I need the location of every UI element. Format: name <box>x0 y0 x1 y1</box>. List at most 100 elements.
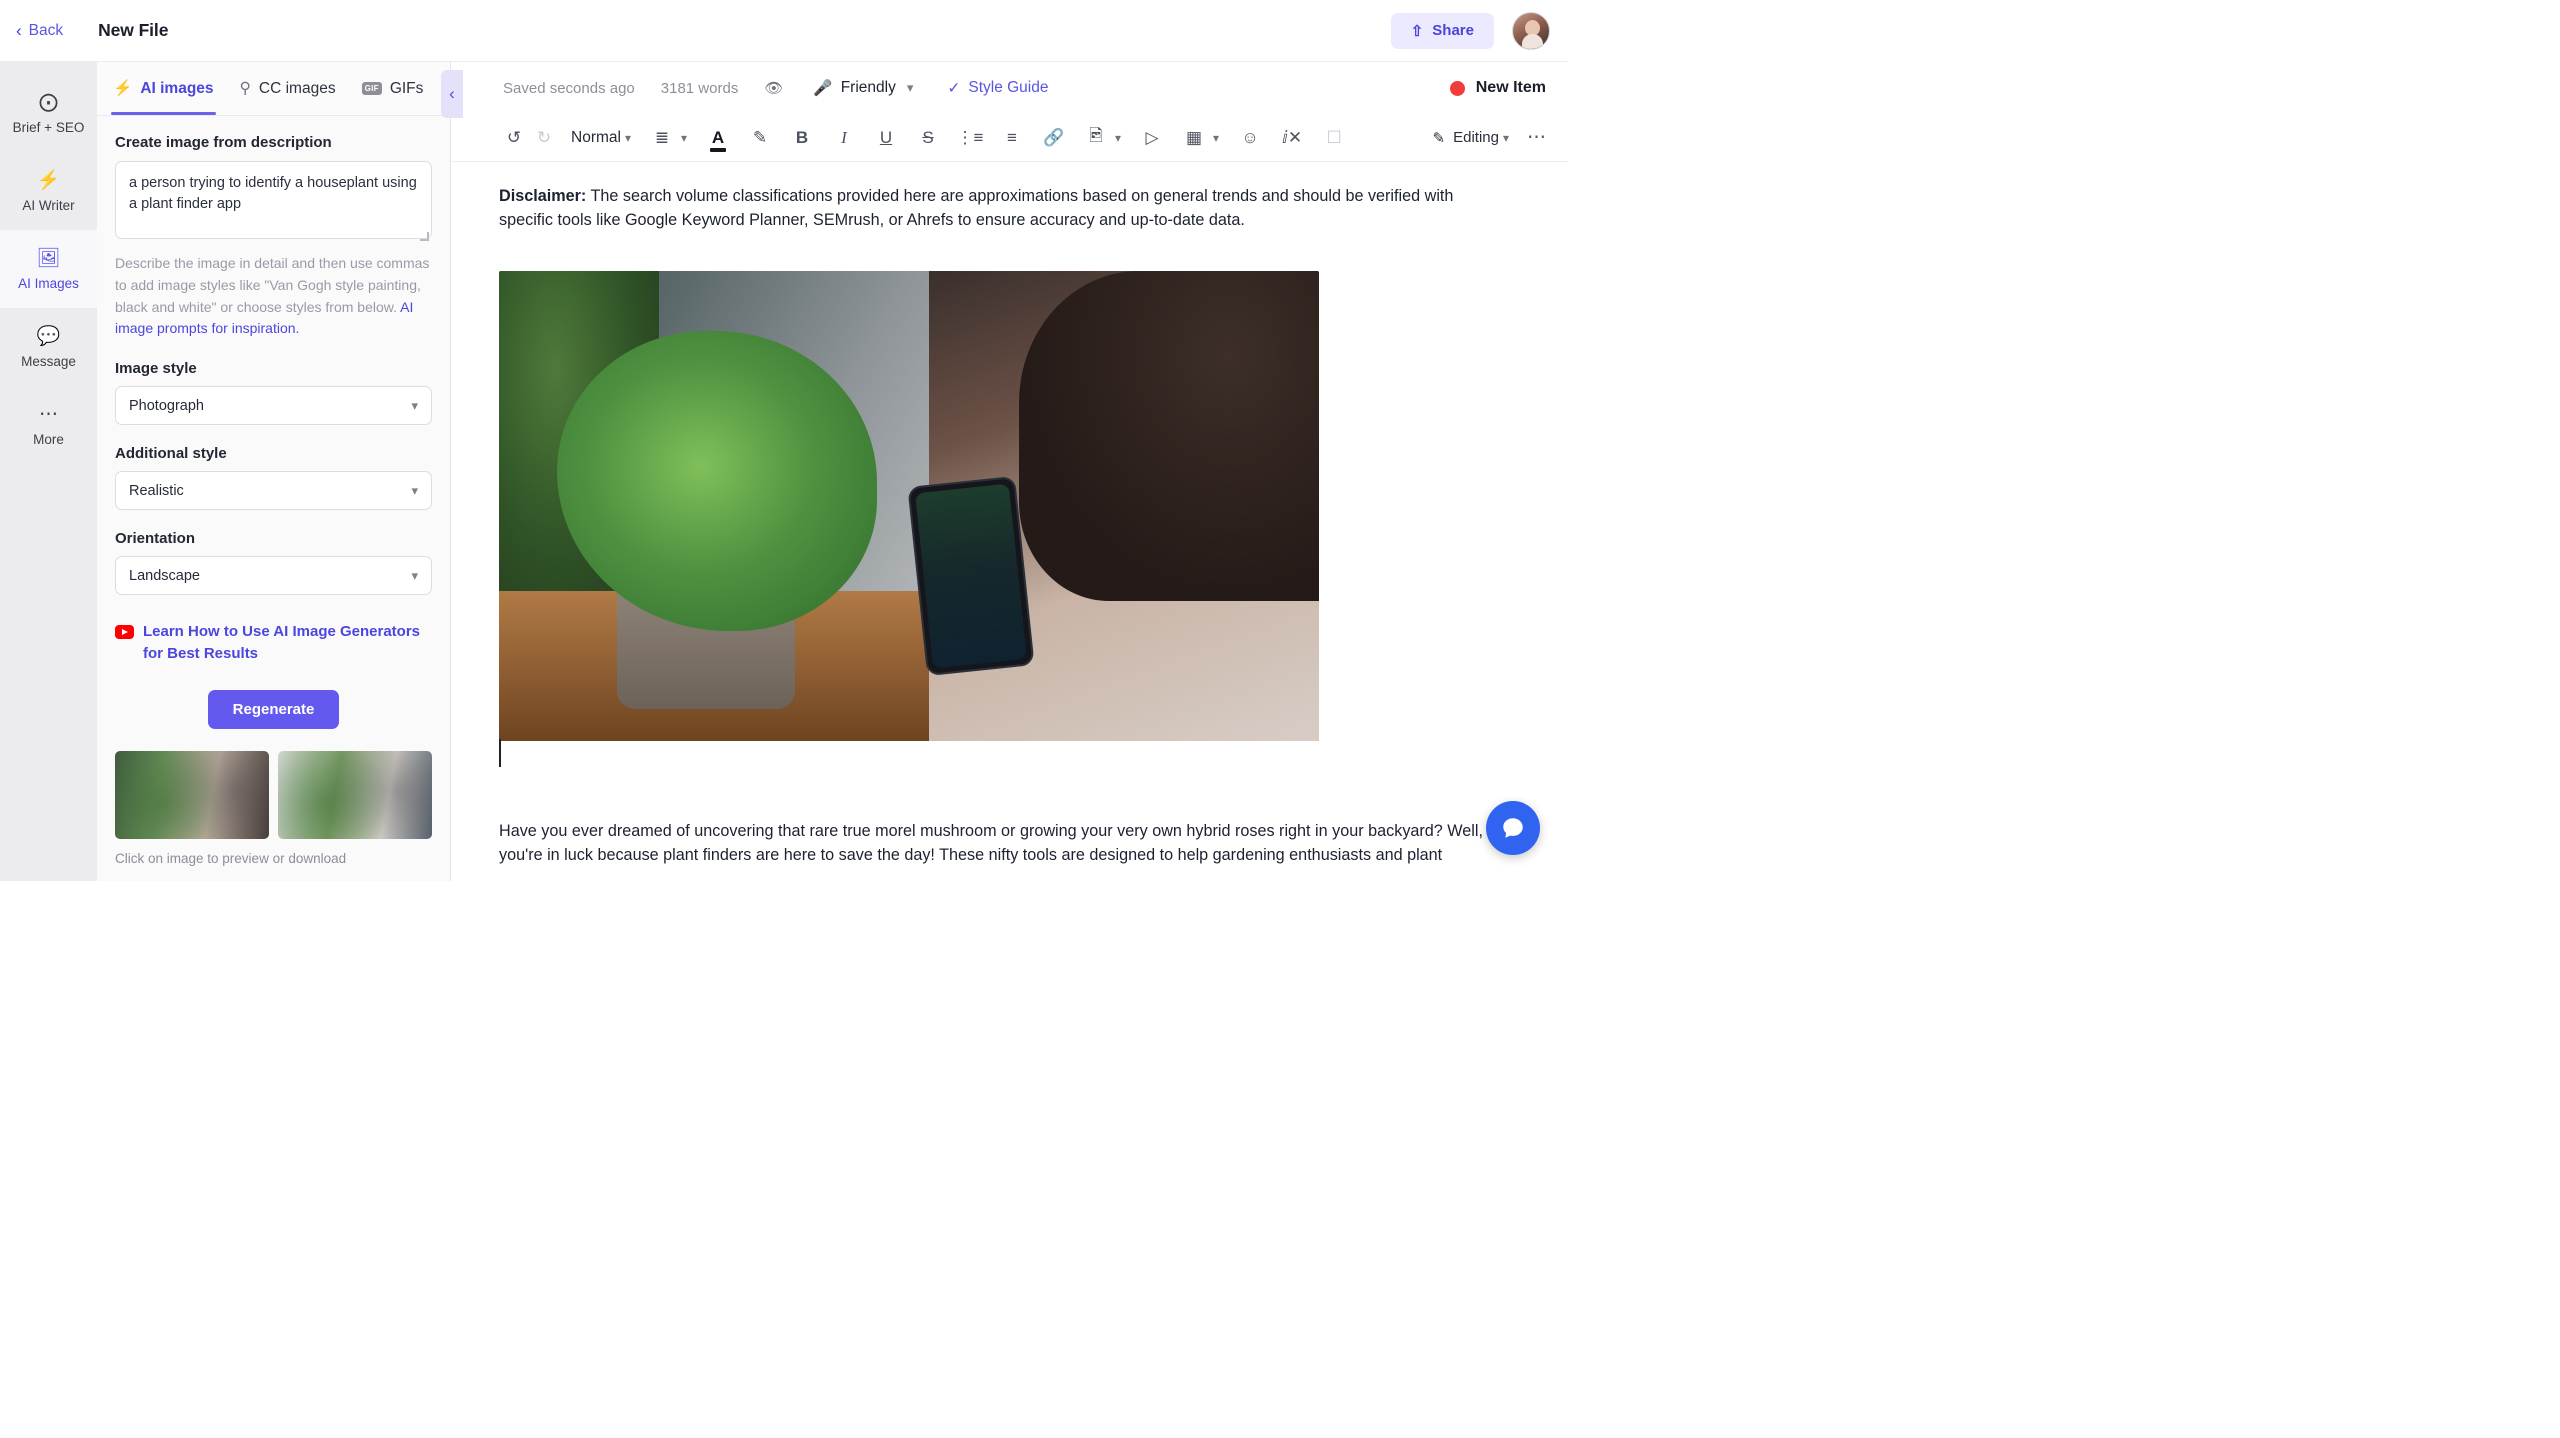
prompt-input[interactable] <box>115 161 432 239</box>
back-button[interactable]: ‹ Back <box>16 22 63 40</box>
prompt-hint: Describe the image in detail and then us… <box>115 253 432 340</box>
chevron-down-icon[interactable]: ▾ <box>681 131 687 145</box>
image-style-label: Image style <box>115 360 197 378</box>
share-button[interactable]: ⇧ Share <box>1390 12 1494 49</box>
sidebar-item-label: AI Writer <box>22 197 75 213</box>
text-caret <box>499 739 501 767</box>
tab-cc-images[interactable]: ⚲ CC images <box>240 62 336 115</box>
orientation-label: Orientation <box>115 530 196 548</box>
chevron-down-icon[interactable]: ▾ <box>1503 131 1509 145</box>
orientation-value: Landscape <box>129 567 200 584</box>
gif-icon: GIF <box>361 82 382 95</box>
editing-label: Editing <box>1453 129 1499 146</box>
thumbnails-caption: Click on image to preview or download <box>115 851 347 867</box>
learn-link-label: Learn How to Use AI Image Generators for… <box>143 623 421 662</box>
search-icon: ⚲ <box>239 80 251 97</box>
sidebar-item-ai-images[interactable]: 🖼 AI Images <box>0 230 97 308</box>
tab-label: CC images <box>258 79 336 97</box>
panel-body: Create image from description Describe t… <box>97 116 450 866</box>
text-color-icon[interactable]: A <box>703 123 733 153</box>
regenerate-button[interactable]: Regenerate <box>207 690 340 730</box>
image-style-select[interactable]: Photograph ▾ <box>115 386 432 426</box>
avatar[interactable] <box>1512 11 1550 50</box>
saved-status: Saved seconds ago <box>503 79 635 97</box>
result-thumbnail[interactable] <box>278 751 432 840</box>
learn-link[interactable]: Learn How to Use AI Image Generators for… <box>115 621 432 664</box>
chat-icon: 💬 <box>36 325 61 347</box>
tab-label: AI images <box>140 79 214 97</box>
disclaimer-paragraph: Disclaimer: The search volume classifica… <box>499 184 1499 233</box>
pencil-icon: ✎ <box>1432 129 1446 147</box>
image-results <box>115 751 432 840</box>
comment-icon[interactable]: ☐ <box>1319 123 1349 153</box>
chat-support-button[interactable] <box>1486 801 1540 855</box>
share-icon: ⇧ <box>1410 22 1424 40</box>
additional-style-value: Realistic <box>129 482 184 499</box>
bullet-list-icon[interactable]: ⋮≡ <box>955 123 985 153</box>
prompt-wrapper <box>115 161 432 244</box>
smartphone <box>907 475 1035 676</box>
insert-image-icon[interactable]: 🖻 <box>1081 123 1111 153</box>
more-options-icon[interactable]: ⋯ <box>1527 126 1546 149</box>
chat-bubble-icon <box>1503 818 1523 838</box>
chevron-down-icon[interactable]: ▾ <box>625 131 631 145</box>
document-image[interactable] <box>499 270 1319 741</box>
chevron-down-icon[interactable]: ▾ <box>1115 131 1121 145</box>
result-thumbnail[interactable] <box>115 751 269 840</box>
clear-formatting-icon[interactable]: ⅈ✕ <box>1277 123 1307 153</box>
resize-grip-icon[interactable] <box>420 232 429 241</box>
person-hair <box>1019 270 1319 601</box>
sidebar-item-label: Message <box>21 353 76 369</box>
target-icon: ⨀ <box>39 91 58 113</box>
bold-icon[interactable]: B <box>787 123 817 153</box>
tab-gifs[interactable]: GIF GIFs <box>361 62 423 115</box>
emoji-icon[interactable]: ☺ <box>1235 123 1265 153</box>
underline-icon[interactable]: U <box>871 123 901 153</box>
tone-selector[interactable]: 🎤 Friendly ▾ <box>813 79 913 98</box>
highlight-icon[interactable]: ✎ <box>745 123 775 153</box>
orientation-select[interactable]: Landscape ▾ <box>115 556 432 596</box>
block-style-label[interactable]: Normal <box>571 129 621 147</box>
new-item-button[interactable]: New Item <box>1449 79 1546 97</box>
sidebar-item-more[interactable]: ⋯ More <box>0 386 97 464</box>
chevron-down-icon: ▾ <box>411 397 418 413</box>
chevron-down-icon: ▾ <box>411 567 418 583</box>
sidebar-item-ai-writer[interactable]: ⚡ AI Writer <box>0 152 97 230</box>
collapse-panel-button[interactable]: ‹ <box>441 70 463 118</box>
editor-status-bar: Saved seconds ago 3181 words 👁 🎤 Friendl… <box>451 62 1568 114</box>
panel-tabs: ⚡ AI images ⚲ CC images GIF GIFs <box>97 62 450 116</box>
preview-eye-icon[interactable]: 👁 <box>764 79 783 97</box>
sidebar-item-label: More <box>33 431 64 447</box>
undo-icon[interactable]: ↺ <box>499 123 529 153</box>
italic-icon[interactable]: I <box>829 123 859 153</box>
insert-video-icon[interactable]: ▷ <box>1137 123 1167 153</box>
insert-table-icon[interactable]: ▦ <box>1179 123 1209 153</box>
chevron-down-icon: ▾ <box>906 80 914 95</box>
link-icon[interactable]: 🔗 <box>1039 123 1069 153</box>
regenerate-row: Regenerate <box>115 690 432 730</box>
align-icon[interactable]: ≣ <box>647 123 677 153</box>
disclaimer-label: Disclaimer: <box>499 187 587 205</box>
lightning-icon: ⚡ <box>113 80 133 97</box>
numbered-list-icon[interactable]: ≡ <box>997 123 1027 153</box>
redo-icon[interactable]: ↻ <box>529 123 559 153</box>
check-badge-icon: ✓ <box>947 79 961 97</box>
sidebar-item-brief-seo[interactable]: ⨀ Brief + SEO <box>0 74 97 152</box>
strikethrough-icon[interactable]: S <box>913 123 943 153</box>
tone-label: Friendly <box>840 79 896 96</box>
ellipsis-icon: ⋯ <box>39 403 58 425</box>
chevron-down-icon[interactable]: ▾ <box>1213 131 1219 145</box>
chevron-left-icon: ‹ <box>16 21 22 40</box>
tab-ai-images[interactable]: ⚡ AI images <box>111 62 216 115</box>
editing-mode-button[interactable]: ✎ Editing <box>1433 129 1499 147</box>
sidebar-item-message[interactable]: 💬 Message <box>0 308 97 386</box>
sidebar-item-label: AI Images <box>18 275 79 291</box>
additional-style-select[interactable]: Realistic ▾ <box>115 471 432 511</box>
word-count: 3181 words <box>660 79 739 97</box>
document-canvas[interactable]: Disclaimer: The search volume classifica… <box>451 162 1568 881</box>
editor-area: Saved seconds ago 3181 words 👁 🎤 Friendl… <box>451 62 1568 881</box>
image-icon: 🖼 <box>36 247 61 269</box>
microphone-icon: 🎤 <box>813 79 833 97</box>
style-guide-label: Style Guide <box>968 79 1049 96</box>
style-guide-button[interactable]: ✓ Style Guide <box>947 79 1048 98</box>
